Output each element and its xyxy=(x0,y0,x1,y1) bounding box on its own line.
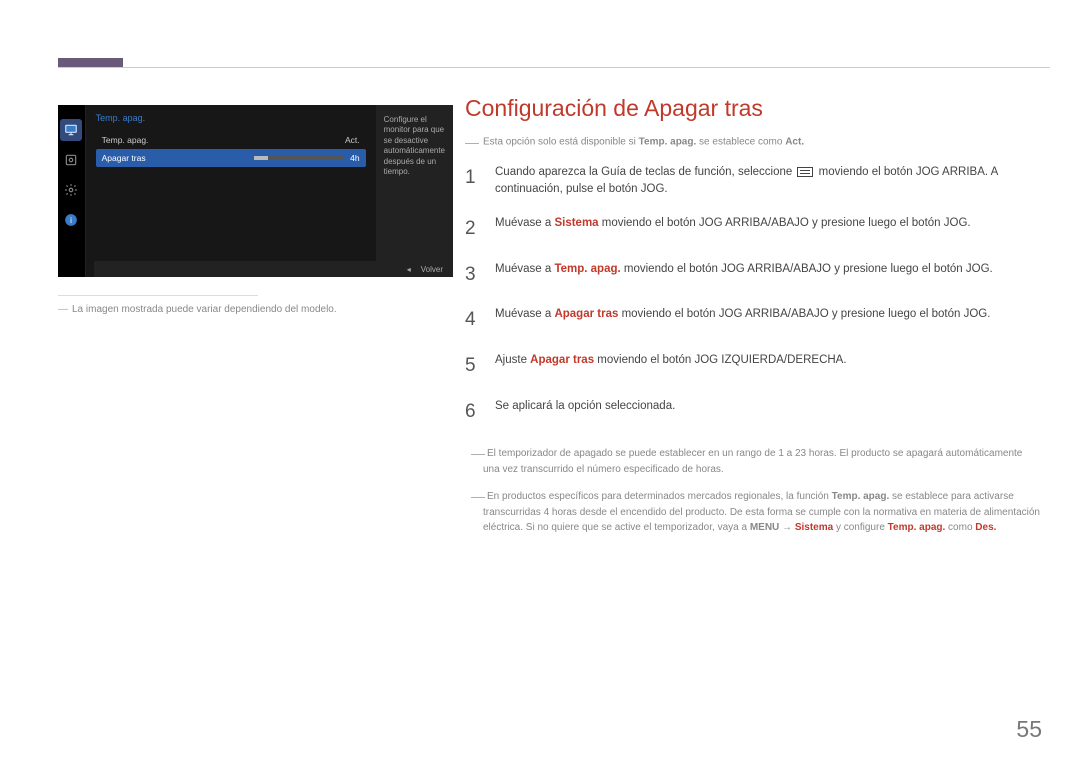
back-arrow-icon: ◂ xyxy=(407,265,411,274)
header-divider xyxy=(58,67,1050,68)
monitor-icon xyxy=(60,119,82,141)
page-title: Configuración de Apagar tras xyxy=(465,95,1040,122)
footnote: ―En productos específicos para determina… xyxy=(465,486,1040,535)
main-content: Configuración de Apagar tras ―Esta opció… xyxy=(465,95,1040,543)
step-text: Se aplicará la opción seleccionada. xyxy=(495,398,675,415)
osd-title: Temp. apag. xyxy=(96,113,366,123)
steps-list: 1 Cuando aparezca la Guía de teclas de f… xyxy=(465,164,1040,425)
step-number: 5 xyxy=(465,352,477,380)
step-item: 4 Muévase a Apagar tras moviendo el botó… xyxy=(465,306,1040,334)
info-icon: i xyxy=(60,209,82,231)
slider-fill xyxy=(254,156,268,160)
step-text: Ajuste Apagar tras moviendo el botón JOG… xyxy=(495,352,847,369)
step-item: 1 Cuando aparezca la Guía de teclas de f… xyxy=(465,164,1040,197)
step-text: Muévase a Temp. apag. moviendo el botón … xyxy=(495,261,993,278)
step-number: 2 xyxy=(465,215,477,243)
footnote: ―El temporizador de apagado se puede est… xyxy=(465,443,1040,478)
gear-icon xyxy=(60,179,82,201)
header-accent xyxy=(58,58,123,67)
step-item: 2 Muévase a Sistema moviendo el botón JO… xyxy=(465,215,1040,243)
osd-row-value: 4h xyxy=(350,153,359,163)
osd-row-selected: Apagar tras 4h xyxy=(96,149,366,167)
osd-footer: ◂ Volver xyxy=(94,261,453,277)
osd-sidebar: i xyxy=(58,105,86,277)
step-item: 5 Ajuste Apagar tras moviendo el botón J… xyxy=(465,352,1040,380)
osd-row-label: Apagar tras xyxy=(102,153,146,163)
step-item: 3 Muévase a Temp. apag. moviendo el botó… xyxy=(465,261,1040,289)
slider-track xyxy=(254,156,344,160)
screenshot-caption: ―La imagen mostrada puede variar dependi… xyxy=(58,304,453,315)
osd-description: Configure el monitor para que se desacti… xyxy=(376,105,453,277)
osd-screenshot: i Temp. apag. Temp. apag. Act. Apagar tr… xyxy=(58,105,453,315)
osd-row-label: Temp. apag. xyxy=(102,135,149,145)
step-text: Cuando aparezca la Guía de teclas de fun… xyxy=(495,164,1040,197)
menu-icon xyxy=(797,167,813,177)
step-text: Muévase a Apagar tras moviendo el botón … xyxy=(495,306,990,323)
step-item: 6 Se aplicará la opción seleccionada. xyxy=(465,398,1040,426)
step-number: 4 xyxy=(465,306,477,334)
osd-panel: i Temp. apag. Temp. apag. Act. Apagar tr… xyxy=(58,105,453,277)
availability-note: ―Esta opción solo está disponible si Tem… xyxy=(465,134,1040,150)
caption-divider xyxy=(58,295,258,296)
step-number: 6 xyxy=(465,398,477,426)
page-number: 55 xyxy=(1016,716,1042,743)
osd-row: Temp. apag. Act. xyxy=(96,131,366,149)
osd-main: Temp. apag. Temp. apag. Act. Apagar tras… xyxy=(86,105,376,277)
step-number: 3 xyxy=(465,261,477,289)
step-text: Muévase a Sistema moviendo el botón JOG … xyxy=(495,215,971,232)
step-number: 1 xyxy=(465,164,477,192)
svg-text:i: i xyxy=(70,216,72,225)
footnotes: ―El temporizador de apagado se puede est… xyxy=(465,443,1040,535)
osd-back-label: Volver xyxy=(421,265,443,274)
osd-row-value: Act. xyxy=(345,135,360,145)
picture-icon xyxy=(60,149,82,171)
